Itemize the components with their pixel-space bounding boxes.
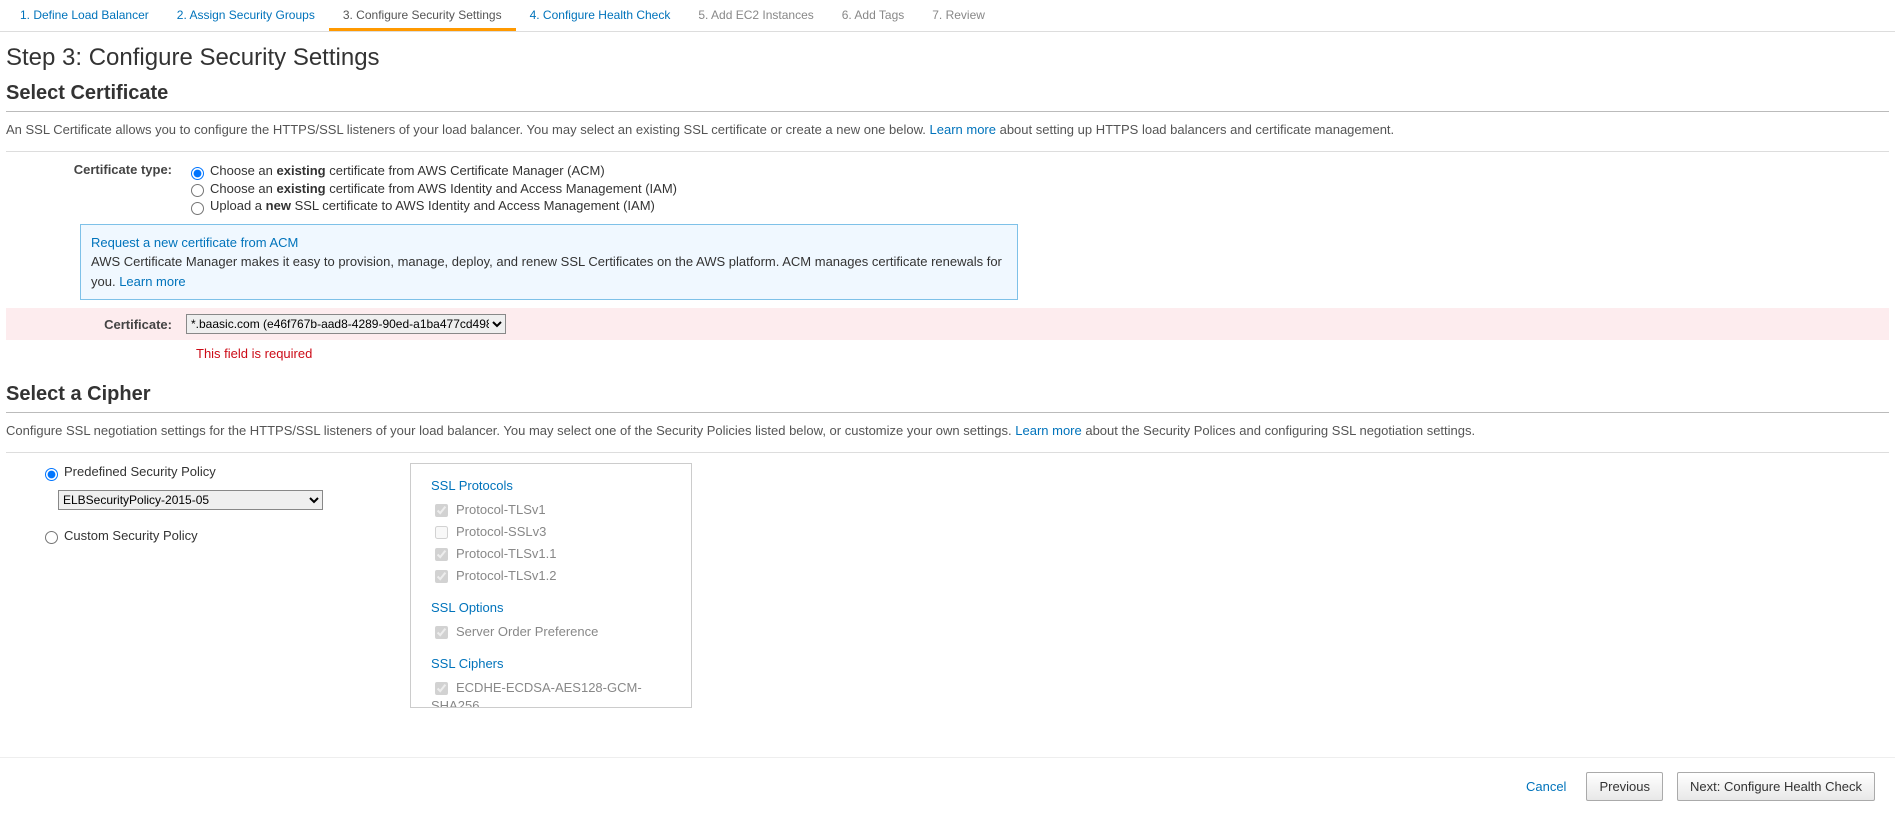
protocol-item-checkbox bbox=[435, 526, 448, 539]
predefined-policy-option[interactable]: Predefined Security Policy bbox=[40, 464, 410, 481]
ssl-option-item-checkbox bbox=[435, 626, 448, 639]
divider bbox=[6, 111, 1889, 112]
intro-text: Configure SSL negotiation settings for t… bbox=[6, 423, 1015, 438]
radio-predefined-policy[interactable] bbox=[45, 468, 58, 481]
radio-cert-iam[interactable] bbox=[191, 184, 204, 197]
cipher-item: ECDHE-ECDSA-AES128-GCM-SHA256 bbox=[431, 679, 683, 708]
certificate-label: Certificate: bbox=[6, 314, 186, 334]
next-button[interactable]: Next: Configure Health Check bbox=[1677, 772, 1875, 801]
certificate-type-label: Certificate type: bbox=[6, 162, 186, 216]
cancel-button[interactable]: Cancel bbox=[1520, 778, 1572, 795]
acm-learn-more-link[interactable]: Learn more bbox=[119, 274, 185, 289]
select-certificate-intro: An SSL Certificate allows you to configu… bbox=[6, 122, 1889, 137]
wizard-tab[interactable]: 3. Configure Security Settings bbox=[329, 0, 516, 31]
intro-text: about the Security Polices and configuri… bbox=[1082, 423, 1475, 438]
wizard-tab[interactable]: 7. Review bbox=[918, 0, 999, 31]
cipher-item-checkbox bbox=[435, 682, 448, 695]
footer-bar: Cancel Previous Next: Configure Health C… bbox=[0, 757, 1895, 815]
ssl-ciphers-heading: SSL Ciphers bbox=[431, 656, 683, 671]
wizard-tab[interactable]: 4. Configure Health Check bbox=[516, 0, 685, 31]
divider bbox=[6, 452, 1889, 453]
certificate-row: Certificate: *.baasic.com (e46f767b-aad8… bbox=[6, 308, 1889, 340]
acm-info-text: AWS Certificate Manager makes it easy to… bbox=[91, 254, 1002, 289]
protocol-item-checkbox bbox=[435, 504, 448, 517]
select-certificate-heading: Select Certificate bbox=[6, 82, 1895, 105]
cipher-intro: Configure SSL negotiation settings for t… bbox=[6, 423, 1889, 438]
select-cipher-heading: Select a Cipher bbox=[6, 383, 1895, 406]
protocol-item-checkbox bbox=[435, 570, 448, 583]
divider bbox=[6, 151, 1889, 152]
certificate-error: This field is required bbox=[196, 346, 1895, 361]
radio-cert-acm[interactable] bbox=[191, 167, 204, 180]
cipher-panel[interactable]: SSL Protocols Protocol-TLSv1 Protocol-SSL… bbox=[410, 463, 692, 708]
wizard-tabs: 1. Define Load Balancer2. Assign Securit… bbox=[0, 0, 1895, 32]
learn-more-cipher-link[interactable]: Learn more bbox=[1015, 423, 1081, 438]
protocol-item: Protocol-TLSv1.1 bbox=[431, 545, 683, 564]
protocol-item: Protocol-TLSv1 bbox=[431, 501, 683, 520]
certificate-select[interactable]: *.baasic.com (e46f767b-aad8-4289-90ed-a1… bbox=[186, 314, 506, 334]
protocol-item: Protocol-SSLv3 bbox=[431, 523, 683, 542]
ssl-protocols-heading: SSL Protocols bbox=[431, 478, 683, 493]
ssl-option-item: Server Order Preference bbox=[431, 623, 683, 642]
learn-more-cert-link[interactable]: Learn more bbox=[930, 122, 996, 137]
protocol-item: Protocol-TLSv1.2 bbox=[431, 567, 683, 586]
ssl-options-heading: SSL Options bbox=[431, 600, 683, 615]
page-body: Step 3: Configure Security Settings Sele… bbox=[0, 32, 1895, 757]
wizard-tab[interactable]: 5. Add EC2 Instances bbox=[684, 0, 827, 31]
wizard-tab[interactable]: 2. Assign Security Groups bbox=[163, 0, 329, 31]
radio-custom-policy[interactable] bbox=[45, 531, 58, 544]
wizard-tab[interactable]: 1. Define Load Balancer bbox=[6, 0, 163, 31]
divider bbox=[6, 412, 1889, 413]
intro-text: about setting up HTTPS load balancers an… bbox=[996, 122, 1394, 137]
acm-info-box: Request a new certificate from ACM AWS C… bbox=[80, 224, 1018, 301]
intro-text: An SSL Certificate allows you to configu… bbox=[6, 122, 930, 137]
certificate-type-row: Certificate type: Choose an existing cer… bbox=[6, 162, 1889, 216]
protocol-item-checkbox bbox=[435, 548, 448, 561]
security-policy-select[interactable]: ELBSecurityPolicy-2015-05 bbox=[58, 490, 323, 510]
cipher-area: Predefined Security Policy ELBSecurityPo… bbox=[40, 463, 1889, 708]
cert-type-option-upload[interactable]: Upload a new SSL certificate to AWS Iden… bbox=[186, 198, 1889, 215]
wizard-tab[interactable]: 6. Add Tags bbox=[828, 0, 919, 31]
page-title: Step 3: Configure Security Settings bbox=[6, 44, 1895, 72]
cert-type-option-iam[interactable]: Choose an existing certificate from AWS … bbox=[186, 181, 1889, 198]
previous-button[interactable]: Previous bbox=[1586, 772, 1663, 801]
custom-policy-option[interactable]: Custom Security Policy bbox=[40, 528, 410, 545]
cert-type-option-acm[interactable]: Choose an existing certificate from AWS … bbox=[186, 163, 1889, 180]
request-acm-cert-link[interactable]: Request a new certificate from ACM bbox=[91, 235, 298, 250]
radio-cert-upload[interactable] bbox=[191, 202, 204, 215]
